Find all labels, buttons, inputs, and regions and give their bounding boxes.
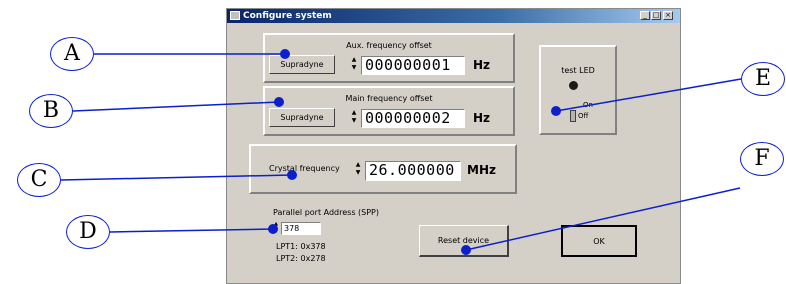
callout-b: B xyxy=(29,94,73,128)
callout-b-dot xyxy=(274,97,284,107)
callout-e-line xyxy=(555,78,742,112)
callout-d-line xyxy=(109,228,274,233)
callout-c: C xyxy=(17,163,61,197)
callout-e-dot xyxy=(551,106,561,116)
callout-c-line xyxy=(60,174,293,181)
callout-b-line xyxy=(72,101,280,112)
callout-f-dot xyxy=(461,245,471,255)
callout-a-dot xyxy=(280,49,290,59)
callout-d-dot xyxy=(268,224,278,234)
callout-lines xyxy=(60,53,742,251)
callout-e: E xyxy=(741,62,785,96)
callout-a: A xyxy=(50,37,94,71)
callout-f-line xyxy=(465,187,741,251)
callout-c-dot xyxy=(287,170,297,180)
callout-f: F xyxy=(740,142,784,176)
callout-d: D xyxy=(66,215,110,249)
